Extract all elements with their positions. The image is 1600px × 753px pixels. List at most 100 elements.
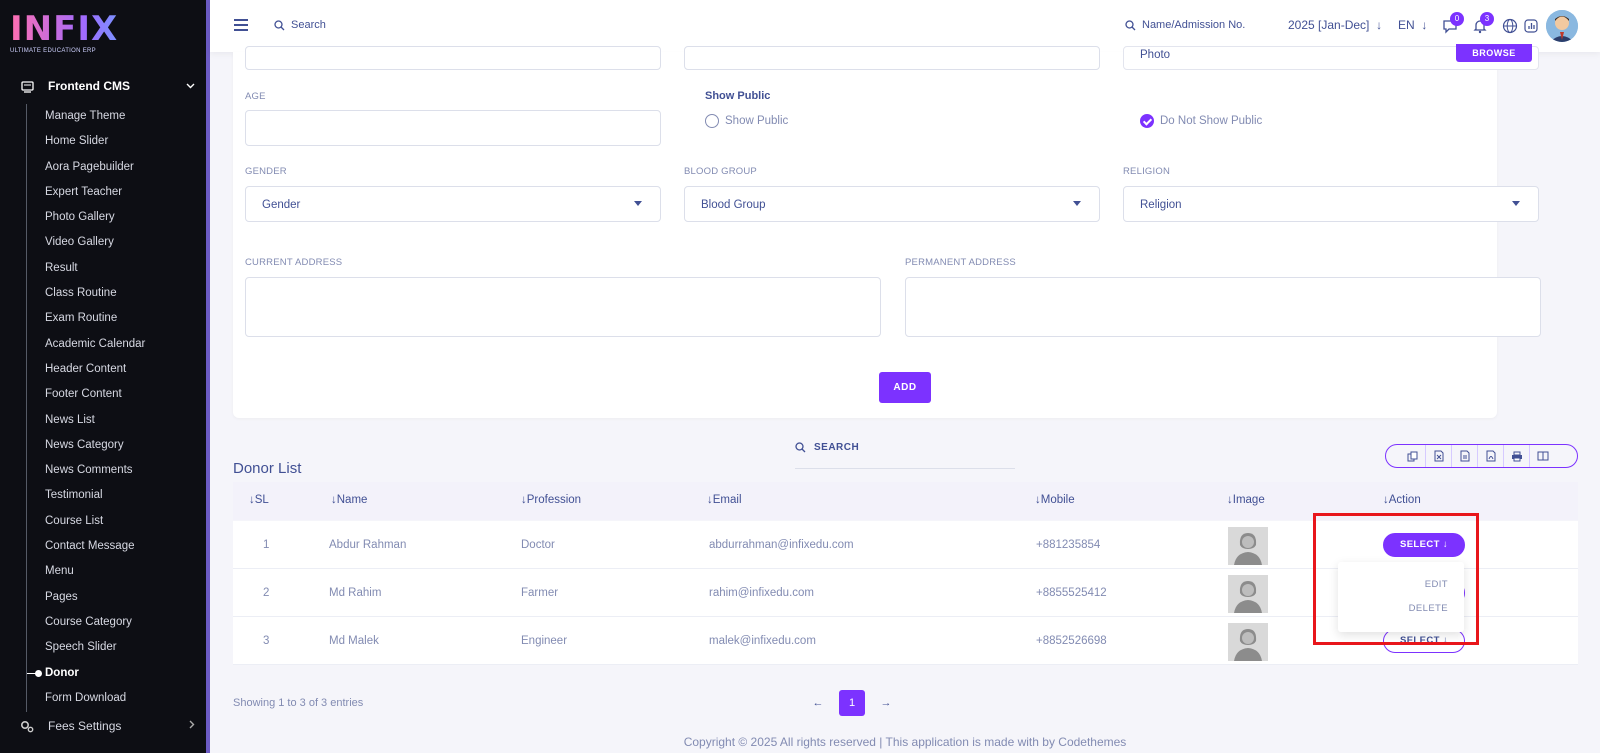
sidebar-item-home-slider[interactable]: Home Slider [27,129,206,154]
radio-checked [1140,114,1154,128]
col-action[interactable]: ↓Action [1383,494,1421,506]
col-image[interactable]: ↓Image [1227,494,1265,506]
radio-hide-label: Do Not Show Public [1160,115,1263,127]
sidebar-item-testimonial[interactable]: Testimonial [27,483,206,508]
sidebar-item-manage-theme[interactable]: Manage Theme [27,104,206,129]
arrow-down-icon: ↓ [1418,18,1428,32]
cell-mobile: +881235854 [1036,539,1101,551]
radio-circle [705,114,719,128]
footer-copyright: Copyright © 2025 All rights reserved | T… [683,735,1127,749]
top-search[interactable]: Search [274,19,326,31]
sidebar-item-course-list[interactable]: Course List [27,509,206,534]
cell-name: Abdur Rahman [329,539,407,551]
copy-icon[interactable] [1400,445,1426,467]
sidebar-item-exam-routine[interactable]: Exam Routine [27,306,206,331]
radio-show-public[interactable]: Show Public [705,114,788,128]
sidebar-item-news-category[interactable]: News Category [27,433,206,458]
sidebar-item-aora-pagebuilder[interactable]: Aora Pagebuilder [27,155,206,180]
religion-select[interactable]: Religion [1123,186,1539,222]
sidebar-item-video-gallery[interactable]: Video Gallery [27,230,206,255]
globe-icon[interactable] [1502,18,1518,34]
sidebar-item-photo-gallery[interactable]: Photo Gallery [27,205,206,230]
sidebar-item-donor[interactable]: Donor [27,661,206,686]
list-search-placeholder: SEARCH [814,442,860,453]
columns-icon[interactable] [1530,445,1556,467]
next-page-arrow-icon[interactable]: → [873,690,899,716]
col-email[interactable]: ↓Email [707,494,742,506]
current-address-textarea[interactable] [245,277,881,337]
language-select[interactable]: EN ↓ [1398,18,1427,32]
add-button[interactable]: ADD [879,372,931,403]
sidebar-item-news-comments[interactable]: News Comments [27,458,206,483]
cell-sl: 2 [263,587,270,599]
academic-year-value: 2025 [Jan-Dec] [1288,18,1370,32]
sidebar-frontend-cms[interactable]: Frontend CMS [20,76,195,96]
list-search-input[interactable]: SEARCH [795,442,1015,469]
search-icon [1125,19,1136,30]
col-mobile[interactable]: ↓Mobile [1035,494,1075,506]
radio-do-not-show-public[interactable]: Do Not Show Public [1140,114,1262,128]
academic-year-select[interactable]: 2025 [Jan-Dec] ↓ [1288,18,1382,32]
sidebar-item-class-routine[interactable]: Class Routine [27,281,206,306]
sidebar-item-menu[interactable]: Menu [27,559,206,584]
cell-email: malek@infixedu.com [709,635,816,647]
col-sl[interactable]: ↓SL [249,494,269,506]
sidebar-fees-settings[interactable]: Fees Settings [20,716,195,736]
sidebar-item-course-category[interactable]: Course Category [27,610,206,635]
blood-group-value: Blood Group [701,199,766,211]
sidebar-item-expert-teacher[interactable]: Expert Teacher [27,180,206,205]
col-profession-label: Profession [526,494,582,506]
entries-info: Showing 1 to 3 of 3 entries [233,697,364,709]
language-value: EN [1398,18,1415,32]
messages-icon[interactable]: 0 [1442,12,1464,34]
blood-group-select[interactable]: Blood Group [684,186,1100,222]
sidebar-item-news-list[interactable]: News List [27,408,206,433]
logo[interactable]: INFIX ULTIMATE EDUCATION ERP [10,12,160,56]
notification-bell-icon[interactable]: 3 [1472,12,1494,34]
csv-icon[interactable] [1452,445,1478,467]
sidebar-item-result[interactable]: Result [27,256,206,281]
hamburger-menu-icon[interactable] [234,19,248,31]
sidebar-item-footer-content[interactable]: Footer Content [27,382,206,407]
col-name[interactable]: ↓Name [331,494,367,506]
cell-sl: 3 [263,635,270,647]
gears-icon [20,719,34,733]
radio-show-public-label: Show Public [725,115,789,127]
donor-avatar-placeholder [1228,575,1268,613]
excel-icon[interactable] [1426,445,1452,467]
prev-page-arrow-icon[interactable]: ← [805,690,831,716]
topbar: Search Name/Admission No. 2025 [Jan-Dec]… [210,0,1600,52]
pdf-icon[interactable] [1478,445,1504,467]
top-field-2[interactable] [684,46,1100,70]
logo-tagline: ULTIMATE EDUCATION ERP [10,48,96,54]
religion-value: Religion [1140,199,1182,211]
cell-name: Md Malek [329,635,379,647]
donor-avatar-placeholder [1228,527,1268,565]
sidebar-item-pages[interactable]: Pages [27,585,206,610]
admission-search[interactable]: Name/Admission No. [1125,19,1245,31]
sidebar-item-academic-calendar[interactable]: Academic Calendar [27,332,206,357]
user-avatar[interactable] [1546,10,1578,42]
sidebar-fees-label: Fees Settings [48,719,122,733]
permanent-address-textarea[interactable] [905,277,1541,337]
print-icon[interactable] [1504,445,1530,467]
top-field-1[interactable] [245,46,661,70]
blood-group-label: BLOOD GROUP [684,166,757,177]
age-label: AGE [245,91,266,102]
sidebar-item-speech-slider[interactable]: Speech Slider [27,635,206,660]
age-input[interactable] [245,110,661,146]
sidebar-item-header-content[interactable]: Header Content [27,357,206,382]
col-mobile-label: Mobile [1040,494,1075,506]
pagination: ← 1 → [805,690,907,716]
sidebar-item-contact-message[interactable]: Contact Message [27,534,206,559]
browse-button[interactable]: BROWSE [1456,44,1532,62]
gender-select[interactable]: Gender [245,186,661,222]
sidebar-item-form-download[interactable]: Form Download [27,686,206,711]
page-number[interactable]: 1 [839,690,865,716]
chart-report-icon[interactable] [1523,18,1539,34]
show-public-title: Show Public [705,90,771,102]
donor-avatar-placeholder [1228,623,1268,661]
photo-field[interactable]: Photo BROWSE [1123,44,1539,70]
cell-email: abdurrahman@infixedu.com [709,539,854,551]
col-profession[interactable]: ↓Profession [521,494,581,506]
